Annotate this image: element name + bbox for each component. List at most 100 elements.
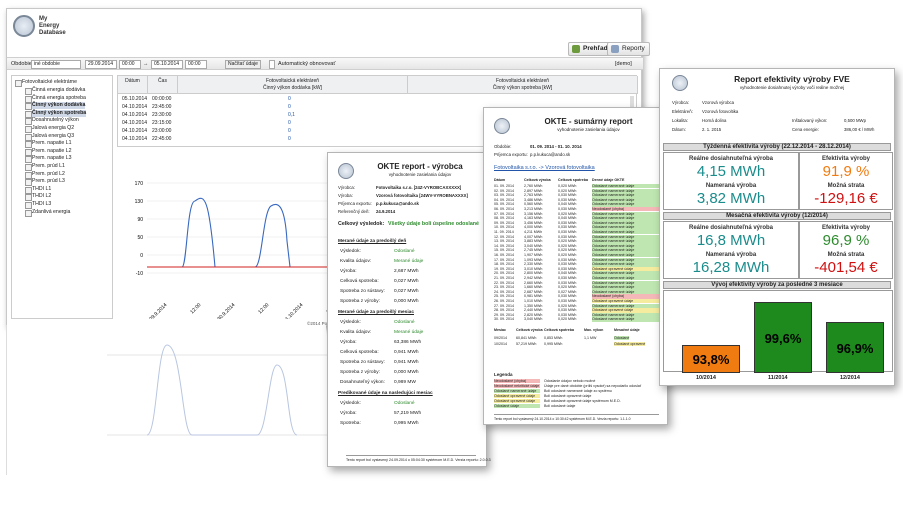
legend-key: Neodoslané nekritické údaje (494, 384, 540, 389)
grid-cell-value: 0 (288, 128, 291, 134)
metric-value: Merané údaje (394, 259, 424, 264)
time-from-input[interactable]: 00:00 (119, 60, 141, 69)
tree-item[interactable]: Činná energia dodávka (24, 87, 85, 95)
auto-refresh-label: Automatický obnovovať (278, 61, 336, 67)
metric-label: Výroba: (340, 269, 357, 274)
metric-label: Celková spotreba: (340, 279, 379, 284)
table-header: Dátum (494, 178, 506, 182)
recipient-label: Príjemca exportu: (494, 152, 528, 157)
col-b-header[interactable]: Fotovoltaická elektráreň Činný výkon spot… (408, 76, 638, 94)
legend-desc: Údaje pre dané obdobie (príliš vysoké) s… (544, 384, 642, 388)
month-cell: 0,853 MWh (544, 336, 563, 340)
monthly-header: Mesačná efektivita výroby (12/2014) (663, 212, 891, 220)
y-tick-label: -10 (136, 271, 143, 277)
grid-cell-time: 23:45:00 (152, 104, 172, 110)
metric-value: 0,941 MWh (394, 350, 419, 355)
report-logo-icon (494, 118, 510, 134)
tree-item[interactable]: Prem. prúd L3 (25, 178, 65, 187)
overview-button[interactable]: Prehľad (568, 42, 613, 56)
tree-item[interactable]: Jalová energia Q2 (24, 125, 74, 133)
field-label: Inštalovaný výkon: (792, 118, 828, 123)
month-header: Celková výroba (516, 328, 543, 332)
tree-item[interactable]: Prem. napatie L2 (25, 148, 72, 156)
tree-item[interactable]: Jalová energia Q3 (24, 133, 74, 141)
metric-label: Výsledok: (340, 401, 361, 406)
tree-item[interactable]: Prem. prúd L2 (25, 171, 65, 179)
x-tick-label: 29.9.2014 (148, 302, 168, 319)
tree-item[interactable]: Dosahnutelný výkon (25, 117, 79, 126)
trend-header: Vývoj efektivity výroby za posledné 3 me… (663, 281, 891, 289)
legend-title: Legenda (494, 372, 513, 377)
field-label: Výroba: (338, 193, 353, 198)
metric-value: Odoslané (394, 320, 415, 325)
metric-value: 0,000 MWh (394, 299, 419, 304)
month-cell: 09/2014 (494, 336, 507, 340)
report-logo-icon (338, 163, 354, 179)
grid-cell-date: 04.10.2014 (122, 112, 148, 118)
month-header: Mesiac (494, 328, 506, 332)
tree-item[interactable]: Činný výkon dodávka (24, 102, 86, 111)
reports-icon (611, 45, 619, 53)
period-select[interactable]: iné obdobie (31, 60, 81, 69)
y-tick-label: 90 (137, 217, 143, 223)
month-eff-label: Efektivita výroby (821, 225, 871, 231)
tree-item[interactable]: Prem. napatie L1 (25, 140, 72, 149)
grid-cell-time: 23:00:00 (152, 128, 172, 134)
col-date-header[interactable]: Dátum (118, 76, 148, 94)
grid-cell-date: 04.10.2014 (122, 120, 148, 126)
tree-item[interactable]: Činný výkon spotreba (24, 109, 87, 118)
col-time-header[interactable]: Čas (148, 76, 178, 94)
date-from-input[interactable]: 29.09.2014 (85, 60, 117, 69)
field-value: Fotovoltaika s.r.o. [24Z-VYROBCAXXXXX] (376, 185, 462, 190)
grid-cell-time: 00:00:00 (152, 96, 172, 102)
tree-item[interactable]: THDI L1 (24, 186, 51, 194)
month-measured-label: Nameraná výroba (705, 252, 757, 258)
grid-cell-date: 05.10.2014 (122, 96, 148, 102)
plant-link[interactable]: Fotovoltaika s.r.o. -> Vzorová fotovolta… (494, 165, 595, 171)
section-day-title: Merané údaje za predošlý deň (338, 239, 407, 244)
tree-item[interactable]: THDI L2 (24, 193, 51, 202)
tree-item[interactable]: Prem. napatie L3 (25, 155, 72, 164)
legend-key: Odoslané namerané údaje (494, 389, 540, 394)
month-loss-label: Možná strata (827, 252, 865, 258)
metric-value: 0,989 MW (394, 380, 416, 385)
tree-item[interactable]: THDI L3 (24, 201, 51, 209)
field-label: Elektráreň: (672, 109, 693, 114)
trend-bar-value: 99,6% (764, 330, 802, 346)
week-measured-label: Nameraná výroba (705, 183, 757, 189)
report-subtitle: vyhodnotenie zasielania údajov (557, 127, 620, 132)
section-forecast-title: Predikované údaje na nasledujúci mesiac (338, 391, 433, 396)
week-measured-value: 3,82 MWh (696, 190, 766, 207)
field-label: Referenčný deň: (338, 209, 370, 214)
table-cell: 0,020 MWh (558, 317, 577, 322)
demo-menu[interactable]: [demo] (615, 58, 632, 70)
table-cell: 30. 09. 2014 (494, 317, 514, 322)
time-to-input[interactable]: 00:00 (185, 60, 207, 69)
metric-value: 0,995 MWh (394, 421, 419, 426)
report-title: OKTE - sumárny report (544, 117, 633, 126)
legend-desc: Boli odoslané namerané údaje zo systému (544, 389, 612, 393)
tree-item[interactable]: Prem. prúd L1 (25, 163, 65, 171)
reports-button[interactable]: Reporty (607, 42, 650, 56)
report-subtitle: vyhodnotenie dosiahnutej výroby voči reá… (739, 85, 845, 90)
load-data-button[interactable]: Načítať údaje (225, 60, 261, 69)
grid-cell-value: 0 (288, 136, 291, 142)
date-to-input[interactable]: 05.10.2014 (151, 60, 183, 69)
app-logo-text: My Energy Database (39, 16, 66, 36)
auto-refresh-checkbox[interactable] (269, 60, 275, 69)
legend-key: Odoslané opravené údaje (494, 399, 540, 404)
col-a-header[interactable]: Fotovoltaická elektráreň Činný výkon dodá… (178, 76, 408, 94)
tree-root[interactable]: Fotovoltaické elektrárne (14, 79, 77, 87)
tree-item[interactable]: Činná energia spotreba (25, 95, 86, 103)
month-cell: Odoslané (614, 336, 630, 341)
month-cell: Odoslané opravené (614, 342, 646, 347)
tree-item[interactable]: Zdanlivá energia (24, 209, 70, 217)
trend-category-label: 10/2014 (696, 375, 716, 381)
monthly-left-box: Reálne dosiahnuteľná výroba 16,8 MWh Nam… (663, 221, 799, 279)
metric-label: Spotreba zo sústavy: (340, 289, 385, 294)
metric-value: 63,386 MWh (394, 340, 422, 345)
field-label: Dátum: (672, 127, 686, 132)
y-tick-label: 170 (135, 181, 144, 187)
sensor-tree: Fotovoltaické elektrárne Činná energia d… (11, 75, 113, 319)
period-value: 01. 09. 2014 - 01. 10. 2014 (530, 144, 582, 149)
